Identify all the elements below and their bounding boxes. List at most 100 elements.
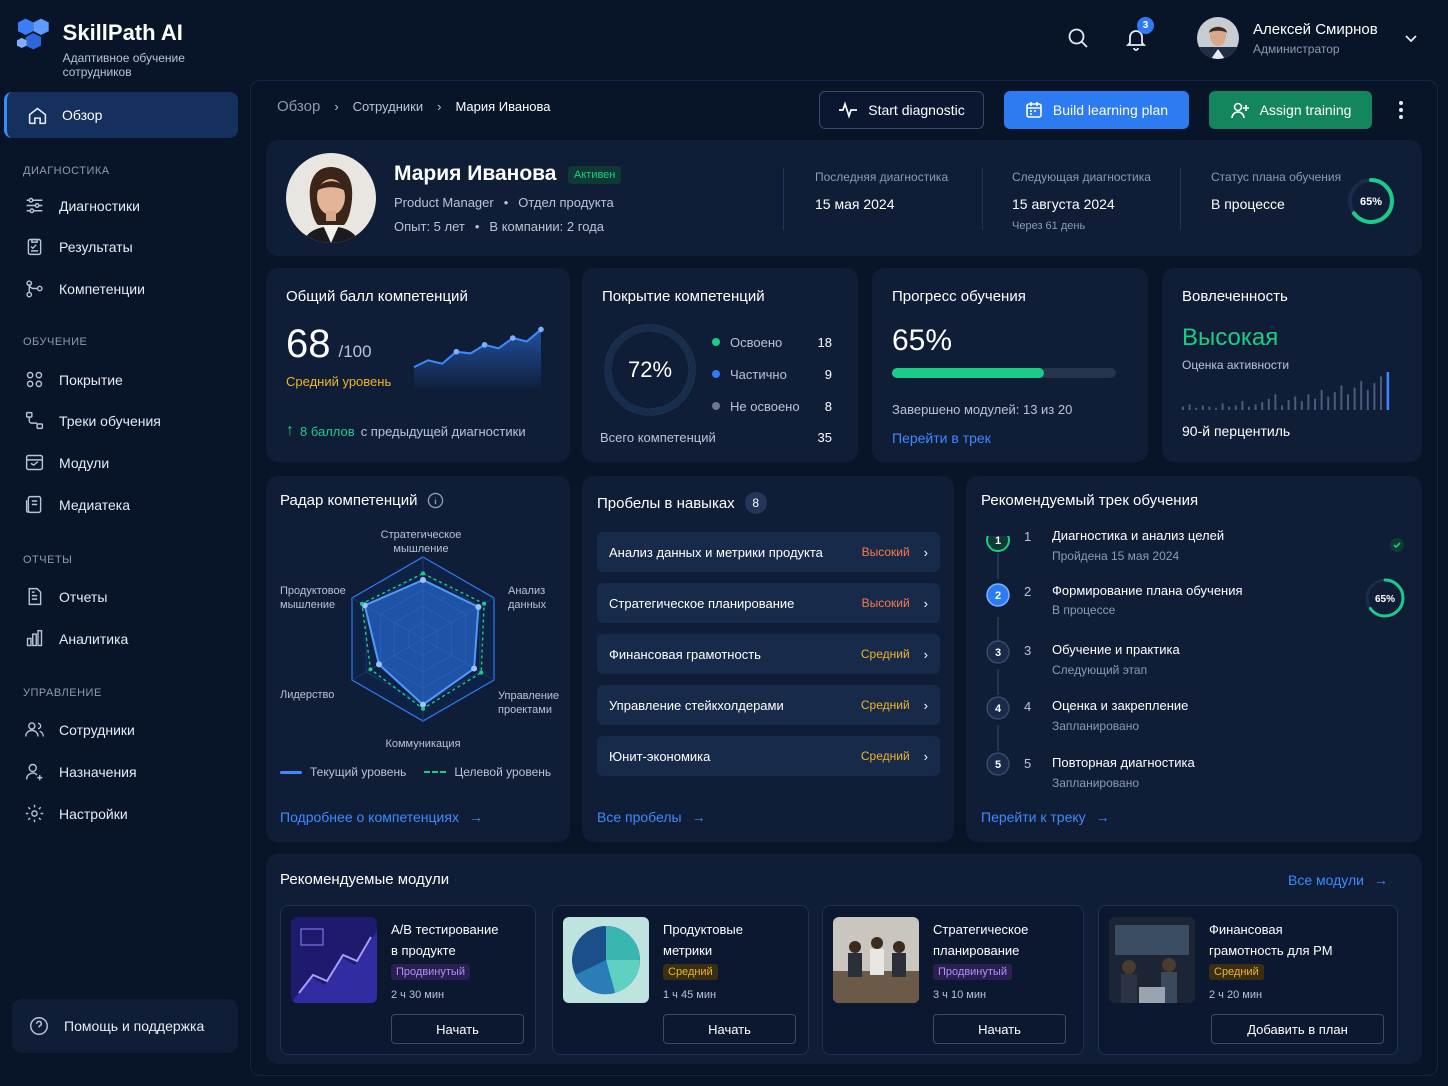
legend-value: 9 [824,366,832,382]
chevron-down-icon[interactable] [1403,30,1419,46]
radar-target-point [421,571,425,576]
gap-row[interactable]: Управление стейкхолдерами Средний › [597,685,940,725]
user-menu[interactable]: Алексей Смирнов Администратор [1197,17,1378,59]
legend-label: Освоено [730,334,783,350]
module-card[interactable]: A/B тестирование в продукте Продвинутый 2… [280,905,536,1055]
breadcrumb-employees[interactable]: Сотрудники [353,99,423,114]
step-3-number: 3 [1024,643,1032,658]
employee-department: Отдел продукта [518,195,614,210]
activity-bar [1188,404,1191,410]
gap-name: Стратегическое планирование [609,595,795,611]
module-card[interactable]: Финансовая грамотность для PM Средний 2 ч… [1098,905,1398,1055]
activity-bar [1353,387,1356,410]
step-5-title[interactable]: Повторная диагностика [1052,755,1195,770]
module-card[interactable]: Продуктовые метрики Средний 1 ч 45 мин На… [552,905,809,1055]
step-3-title[interactable]: Обучение и практика [1052,642,1180,657]
sidebar-item-media[interactable]: Медиатека [24,494,130,515]
user-avatar [1197,17,1239,59]
assign-training-button[interactable]: Assign training [1209,91,1372,129]
module-level-tag: Средний [663,964,718,980]
sidebar-item-label: Треки обучения [59,412,161,429]
gap-name: Юнит-экономика [609,748,711,764]
score-delta: ↑ 8 баллов с предыдущей диагностики [286,422,526,440]
start-module-button[interactable]: Начать [391,1014,524,1044]
gap-row[interactable]: Анализ данных и метрики продукта Высокий… [597,532,940,572]
activity-bar [1215,407,1217,410]
legend-value: 18 [817,334,832,350]
engagement-activity-chart [1182,372,1390,410]
step-4-title[interactable]: Оценка и закрепление [1052,698,1188,713]
sidebar-item-assignments[interactable]: Назначения [24,761,137,782]
legend-dot [712,402,720,410]
sidebar-item-label: Покрытие [59,371,123,388]
activity-bar [1201,405,1204,410]
add-to-plan-button[interactable]: Добавить в план [1211,1014,1384,1044]
competency-radar-card: Радар компетенций Стратегическое мышление… [266,476,570,842]
radar-target-point [482,601,487,606]
brand[interactable]: SkillPath AI Адаптивное обучение сотрудн… [16,16,250,79]
activity-bar [1347,394,1349,410]
radar-axis-label: мышление [393,543,448,555]
sidebar-item-settings[interactable]: Настройки [24,803,128,824]
sidebar-item-coverage[interactable]: Покрытие [24,369,123,390]
search-icon[interactable] [1066,26,1090,50]
activity-bar [1294,396,1297,410]
step-2-marker-number: 2 [995,590,1001,602]
go-to-track-link[interactable]: Перейти к треку → [981,809,1110,825]
sidebar-item-reports[interactable]: Отчеты [24,586,107,607]
module-title: Стратегическое планирование [933,919,1073,961]
go-to-track-link[interactable]: Перейти в трек [892,430,991,446]
radar-axis-label: Продуктовое [280,585,346,597]
sidebar-item-employees[interactable]: Сотрудники [24,719,135,740]
progress-value: 65% [892,324,953,357]
section-title-diagnostics: ДИАГНОСТИКА [23,165,110,177]
brand-title: SkillPath AI [62,20,183,45]
route-icon [25,411,44,430]
radar-details-link[interactable]: Подробнее о компетенциях → [280,809,483,825]
module-card[interactable]: Стратегическое планирование Продвинутый 3… [822,905,1084,1055]
all-modules-link[interactable]: Все модули → [1288,872,1388,888]
activity-bar [1195,407,1198,410]
module-level-tag: Продвинутый [391,964,470,980]
sidebar-item-tracks[interactable]: Треки обучения [24,410,161,431]
all-gaps-link[interactable]: Все пробелы → [597,809,706,825]
module-duration: 1 ч 45 мин [663,989,717,1001]
gap-row[interactable]: Юнит-экономика Средний › [597,736,940,776]
learning-progress-card: Прогресс обучения 65% Завершено модулей:… [872,268,1148,462]
activity-bar [1300,401,1303,410]
employee-experience: Опыт: 5 лет [394,219,465,234]
sidebar-item-results[interactable]: Результаты [24,236,133,257]
users-icon [25,722,44,737]
chevron-right-icon: › [923,544,928,560]
sidebar-item-label: Сотрудники [59,721,135,738]
build-plan-button[interactable]: Build learning plan [1004,91,1189,129]
sidebar-item-modules[interactable]: Модули [24,452,109,473]
gap-row[interactable]: Финансовая грамотность Средний › [597,634,940,674]
sidebar-item-competencies[interactable]: Компетенции [24,278,145,299]
employee-photo [286,153,376,243]
help-button[interactable]: Помощь и поддержка [12,999,238,1053]
module-title: Продуктовые метрики [663,919,803,961]
card-title: Прогресс обучения [892,288,1026,305]
step-2-title[interactable]: Формирование плана обучения [1052,583,1243,598]
more-options-icon[interactable] [1398,100,1404,120]
radar-axis-label: мышление [280,599,335,611]
next-diagnostic-countdown: Через 61 день [1012,220,1086,232]
sidebar-item-diagnostics[interactable]: Диагностики [24,195,140,216]
user-role: Администратор [1253,41,1340,56]
start-module-button[interactable]: Начать [933,1014,1066,1044]
sidebar-item-analytics[interactable]: Аналитика [24,628,128,649]
radar-target-point [421,706,425,711]
start-module-button[interactable]: Начать [663,1014,796,1044]
gap-row[interactable]: Стратегическое планирование Высокий › [597,583,940,623]
step-4-status: Запланировано [1052,719,1139,733]
info-icon[interactable] [427,492,444,509]
trend-point [481,342,488,348]
next-diagnostic-date: 15 августа 2024 [1012,196,1115,212]
step-1-title[interactable]: Диагностика и анализ целей [1052,528,1224,543]
radar-target-point [479,670,484,675]
start-diagnostic-button[interactable]: Start diagnostic [819,91,984,129]
breadcrumb-overview[interactable]: Обзор [277,98,320,115]
sidebar-item-overview[interactable]: Обзор [4,92,238,138]
legend-dot [712,338,720,346]
